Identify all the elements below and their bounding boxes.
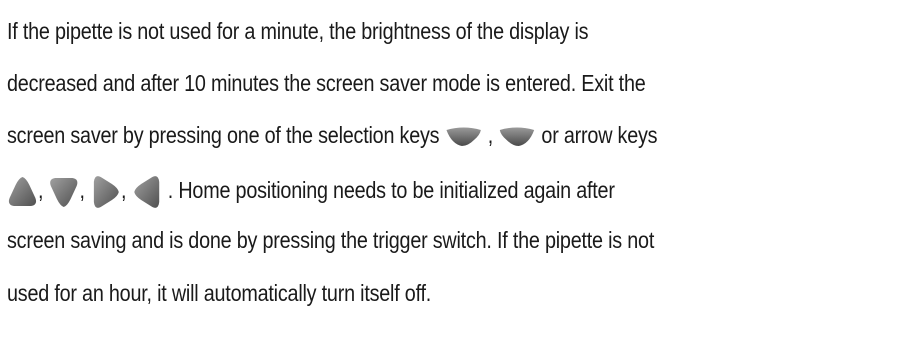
paragraph-line-6: used for an hour, it will automatically … [7, 280, 432, 306]
paragraph-line-2: decreased and after 10 minutes the scree… [7, 70, 646, 96]
arrow-left-key-icon [132, 174, 163, 210]
paragraph-line-1: If the pipette is not used for a minute,… [7, 18, 589, 44]
paragraph-line-5: screen saving and is done by pressing th… [7, 227, 655, 253]
paragraph-line-3: screen saver by pressing one of the sele… [7, 121, 658, 149]
paragraph-line-4: , , , . Home positioning needs to be ini… [7, 174, 615, 210]
arrow-up-key-icon [7, 174, 38, 210]
selection-key-separator: , [482, 122, 499, 148]
arrow-key-separator-1: , [37, 177, 44, 204]
document-page: If the pipette is not used for a minute,… [0, 0, 907, 363]
arrow-right-key-icon [90, 174, 121, 210]
arrow-key-separator-3: , [121, 177, 127, 204]
line-4-text-end: . Home positioning needs to be initializ… [167, 177, 615, 204]
line-3-text-start: screen saver by pressing one of the sele… [7, 122, 445, 148]
arrow-down-key-icon [49, 174, 80, 210]
line-3-text-end: or arrow keys [536, 122, 658, 148]
right-selection-key-icon [498, 126, 536, 148]
left-selection-key-icon [445, 126, 483, 148]
arrow-key-separator-2: , [79, 177, 85, 204]
